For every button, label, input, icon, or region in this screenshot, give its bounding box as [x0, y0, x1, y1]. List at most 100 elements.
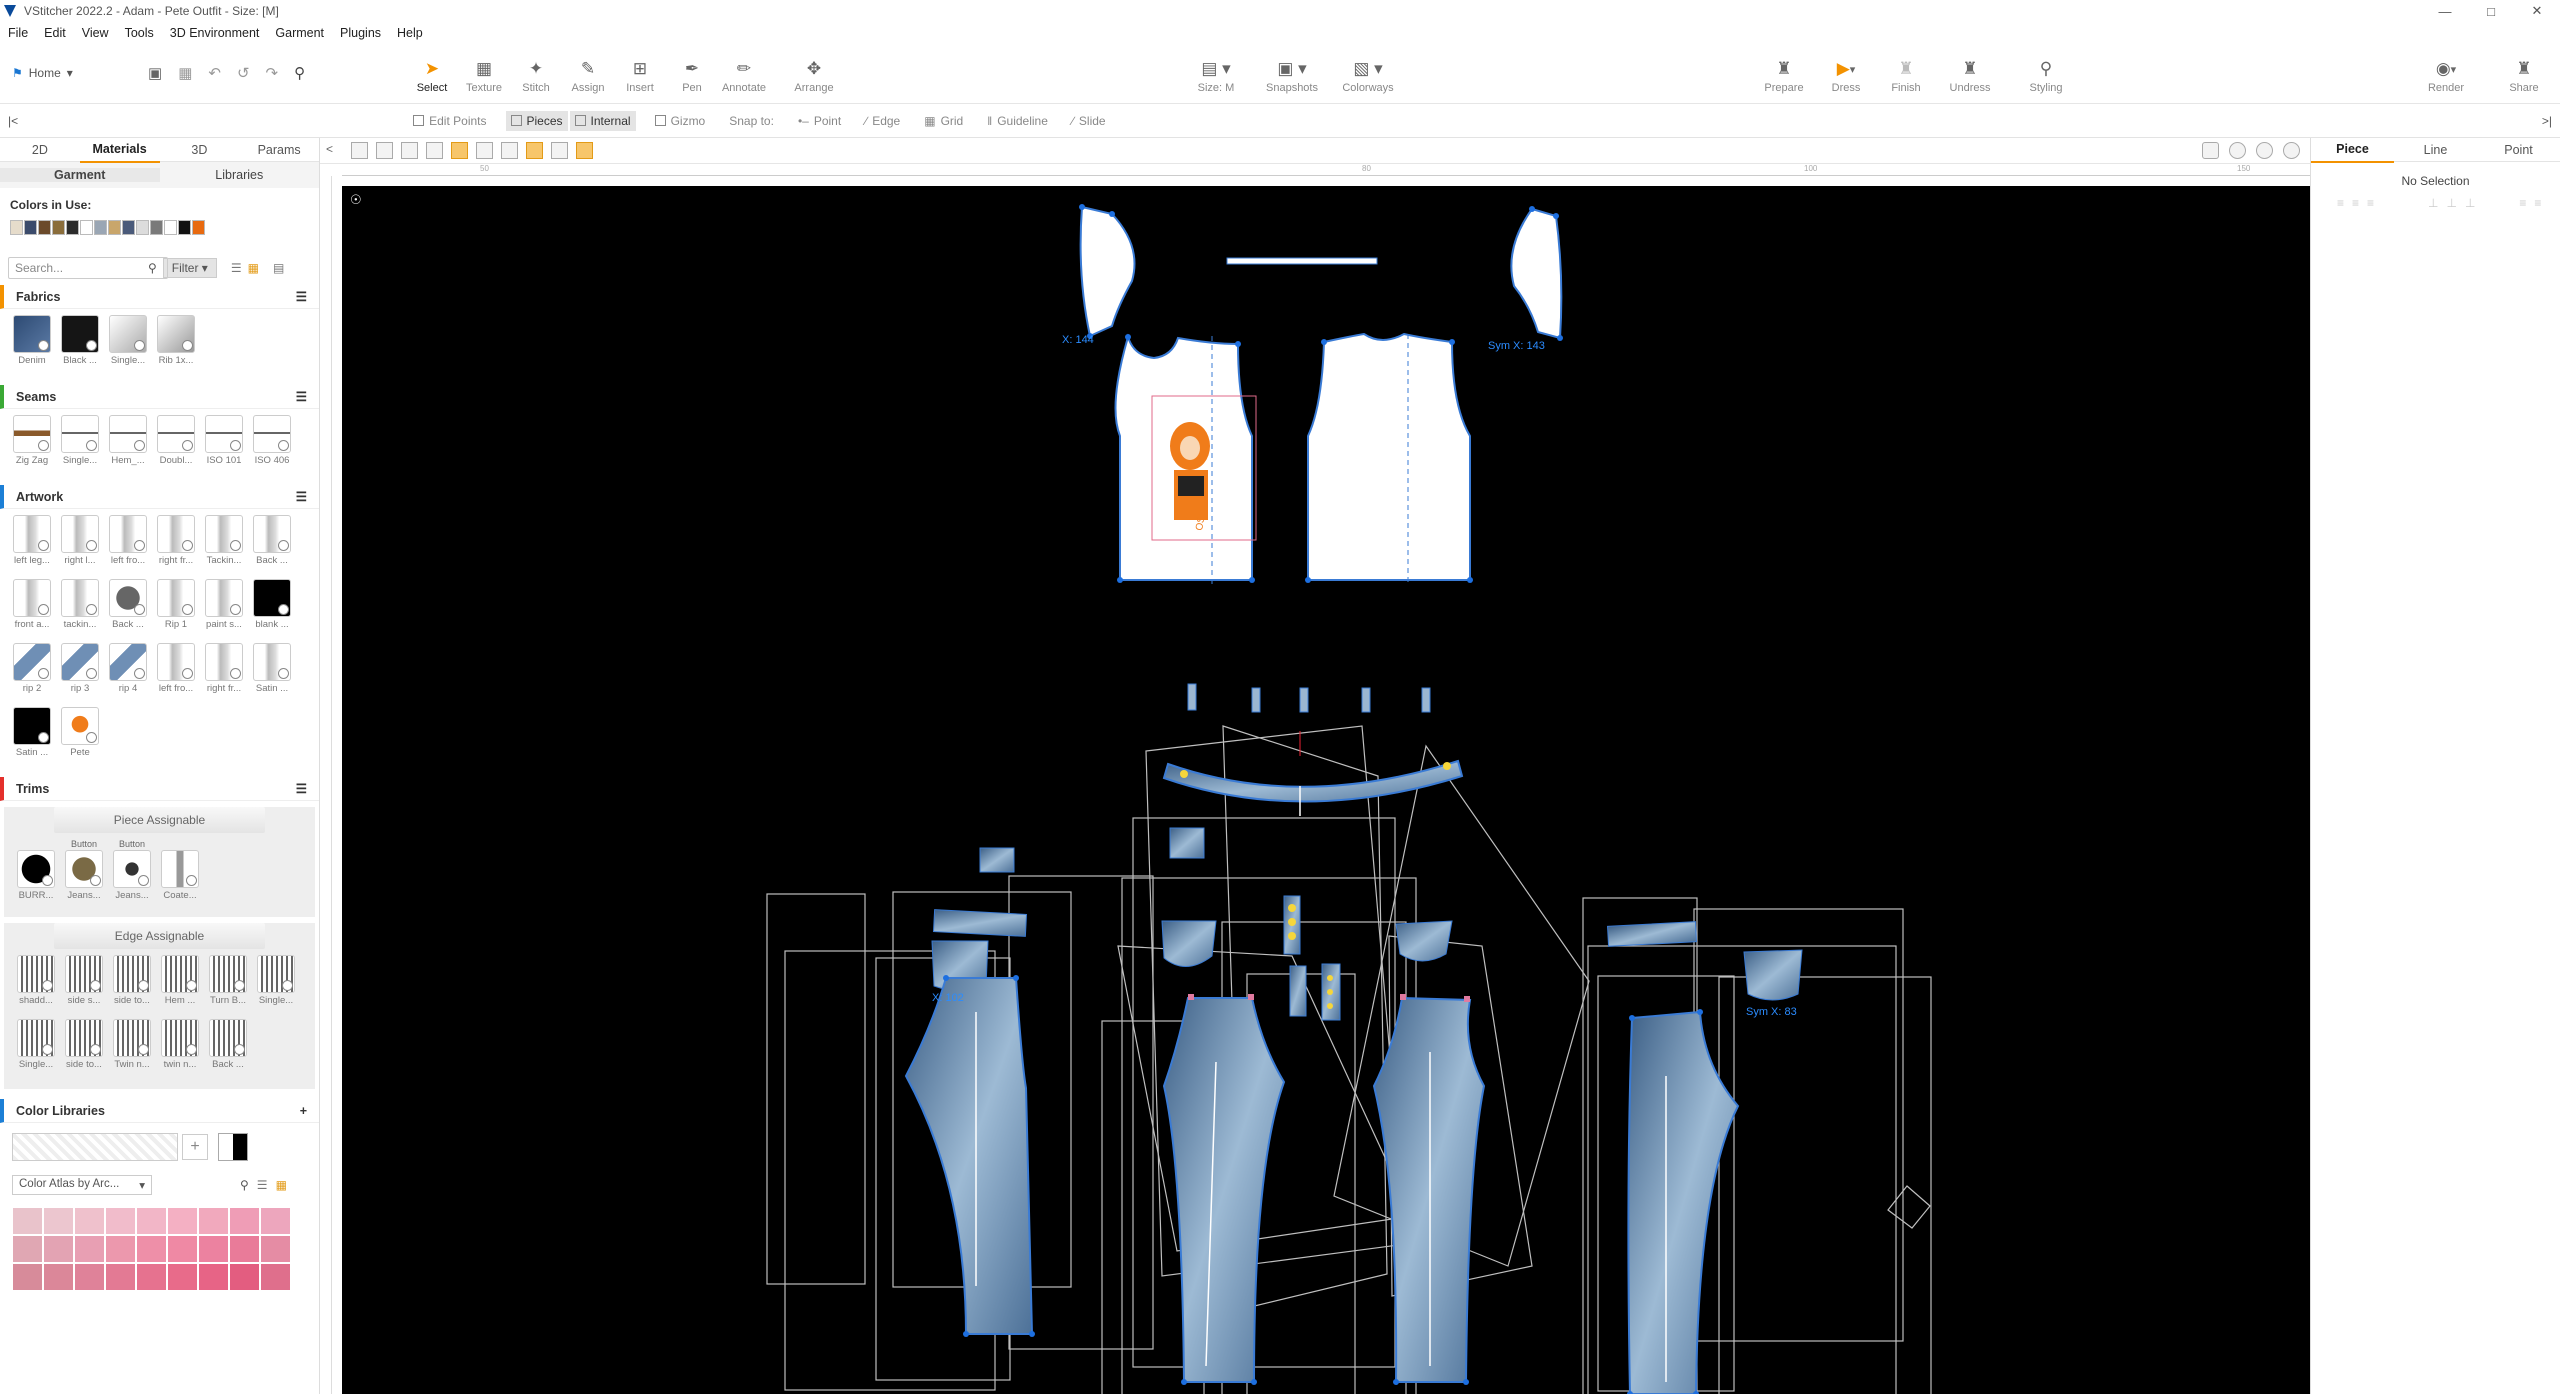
material-thumb[interactable]: paint s... — [200, 579, 248, 643]
sleeve-piece-left[interactable] — [1079, 205, 1136, 338]
sleeve-piece-right[interactable] — [1510, 207, 1563, 340]
material-thumb[interactable]: Rip 1 — [152, 579, 200, 643]
material-thumb[interactable]: right fr... — [200, 643, 248, 707]
palette-color[interactable] — [12, 1263, 43, 1291]
color-swatch[interactable] — [178, 220, 191, 235]
fly-facing-piece[interactable] — [1289, 965, 1307, 1017]
material-thumb[interactable]: Hem_... — [104, 415, 152, 479]
color-swatch[interactable] — [122, 220, 135, 235]
palette-color[interactable] — [12, 1235, 43, 1263]
palette-color[interactable] — [260, 1207, 291, 1235]
pen-tool-button[interactable]: ✒ Pen — [662, 58, 722, 94]
palette-color[interactable] — [260, 1263, 291, 1291]
zoom-out-icon[interactable] — [2283, 142, 2300, 159]
assign-tool-button[interactable]: ✎ Assign — [558, 58, 618, 94]
share-button[interactable]: ♜ Share — [2494, 58, 2554, 94]
align-left-icon[interactable]: ≡ — [2337, 196, 2344, 210]
styling-button[interactable]: ⚲ Styling — [2016, 58, 2076, 94]
front-pocket-right[interactable] — [1395, 920, 1453, 962]
edit-points-toggle[interactable]: Edit Points — [408, 111, 491, 131]
material-thumb[interactable]: Pete — [56, 707, 104, 771]
annotate-tool-button[interactable]: ✏ Annotate — [714, 58, 774, 94]
collapse-right-icon[interactable]: >| — [2542, 114, 2552, 128]
select-tool-button[interactable]: ➤ Select — [402, 58, 462, 94]
filter-dropdown[interactable]: Filter ▾ — [162, 258, 217, 278]
snap-guideline-toggle[interactable]: ‖ Guideline — [982, 111, 1053, 131]
menu-file[interactable]: File — [0, 26, 36, 40]
material-thumb[interactable]: Twin n... — [108, 1019, 156, 1083]
menu-tools[interactable]: Tools — [117, 26, 162, 40]
yoke-piece-right[interactable] — [1607, 921, 1697, 947]
texture-tool-button[interactable]: ▦ Texture — [454, 58, 514, 94]
palette-color[interactable] — [136, 1235, 167, 1263]
neck-binding-piece[interactable] — [1226, 257, 1378, 265]
material-thumb[interactable]: ISO 101 — [200, 415, 248, 479]
menu-3d-environment[interactable]: 3D Environment — [162, 26, 268, 40]
waistband-piece[interactable] — [1162, 759, 1464, 803]
add-icon[interactable]: + — [300, 1104, 307, 1118]
material-thumb[interactable]: side s... — [60, 955, 108, 1019]
material-thumb[interactable]: Zig Zag — [8, 415, 56, 479]
view-tool-icon[interactable] — [426, 142, 443, 159]
menu-view[interactable]: View — [74, 26, 117, 40]
search-icon[interactable]: ⚲ — [240, 1178, 249, 1192]
palette-color[interactable] — [167, 1235, 198, 1263]
subtab-garment[interactable]: Garment — [0, 168, 160, 182]
back-leg-left[interactable] — [904, 977, 1034, 1335]
back-pocket-right[interactable] — [1743, 949, 1803, 1001]
align-right-icon[interactable]: ≡ — [2367, 196, 2374, 210]
tab-3d[interactable]: 3D — [160, 138, 240, 162]
material-thumb[interactable]: Turn B... — [204, 955, 252, 1019]
view-tool-icon[interactable] — [526, 142, 543, 159]
material-thumb[interactable]: shadd... — [12, 955, 60, 1019]
search-input[interactable]: Search... — [8, 257, 168, 279]
align-middle-icon[interactable]: ⊥ — [2447, 196, 2457, 210]
palette-color[interactable] — [198, 1263, 229, 1291]
palette-color[interactable] — [136, 1263, 167, 1291]
zoom-area-icon[interactable] — [2229, 142, 2246, 159]
view-tool-icon[interactable] — [351, 142, 368, 159]
color-swatch[interactable] — [38, 220, 51, 235]
belt-loops[interactable] — [1187, 683, 1431, 713]
material-thumb[interactable]: Rib 1x... — [152, 315, 200, 379]
color-swatch[interactable] — [136, 220, 149, 235]
snap-grid-toggle[interactable]: ▦ Grid — [919, 111, 968, 131]
pieces-toggle[interactable]: Pieces — [505, 110, 568, 131]
palette-color[interactable] — [167, 1263, 198, 1291]
artwork-section-header[interactable]: Artwork ☰ — [0, 485, 319, 509]
render-button[interactable]: ◉ ▾ Render — [2416, 58, 2476, 94]
grid-view-icon[interactable]: ▦ — [248, 261, 259, 275]
menu-plugins[interactable]: Plugins — [332, 26, 389, 40]
snap-point-toggle[interactable]: •– Point — [793, 111, 846, 131]
material-thumb[interactable]: Satin ... — [8, 707, 56, 771]
palette-color[interactable] — [12, 1207, 43, 1235]
color-swatch[interactable] — [164, 220, 177, 235]
tab-piece[interactable]: Piece — [2311, 137, 2394, 163]
material-thumb[interactable]: rip 3 — [56, 643, 104, 707]
trim-thumb[interactable]: Coate... — [156, 839, 204, 911]
color-swatch[interactable] — [192, 220, 205, 235]
insert-tool-button[interactable]: ⊞ Insert — [610, 58, 670, 94]
material-thumb[interactable]: Hem ... — [156, 955, 204, 1019]
view-tool-icon[interactable] — [501, 142, 518, 159]
view-tool-icon[interactable] — [576, 142, 593, 159]
color-swatch[interactable] — [66, 220, 79, 235]
palette-color[interactable] — [43, 1235, 74, 1263]
subtab-libraries[interactable]: Libraries — [160, 168, 320, 182]
distribute-v-icon[interactable]: ≡ — [2534, 196, 2541, 210]
material-thumb[interactable]: Single... — [56, 415, 104, 479]
material-thumb[interactable]: Tackin... — [200, 515, 248, 579]
view-tool-icon[interactable] — [451, 142, 468, 159]
distribute-h-icon[interactable]: ≡ — [2519, 196, 2526, 210]
stitch-tool-button[interactable]: ✦ Stitch — [506, 58, 566, 94]
tab-line[interactable]: Line — [2394, 138, 2477, 162]
menu-garment[interactable]: Garment — [267, 26, 332, 40]
trim-thumb[interactable]: Button Jeans... — [108, 839, 156, 911]
menu-icon[interactable]: ☰ — [296, 781, 307, 796]
trim-thumb[interactable]: Button Jeans... — [60, 839, 108, 911]
color-compare-icon[interactable] — [218, 1133, 248, 1161]
material-thumb[interactable]: left fro... — [104, 515, 152, 579]
palette-color[interactable] — [198, 1235, 229, 1263]
folder-icon[interactable]: ▣ — [148, 64, 162, 82]
palette-color[interactable] — [229, 1207, 260, 1235]
